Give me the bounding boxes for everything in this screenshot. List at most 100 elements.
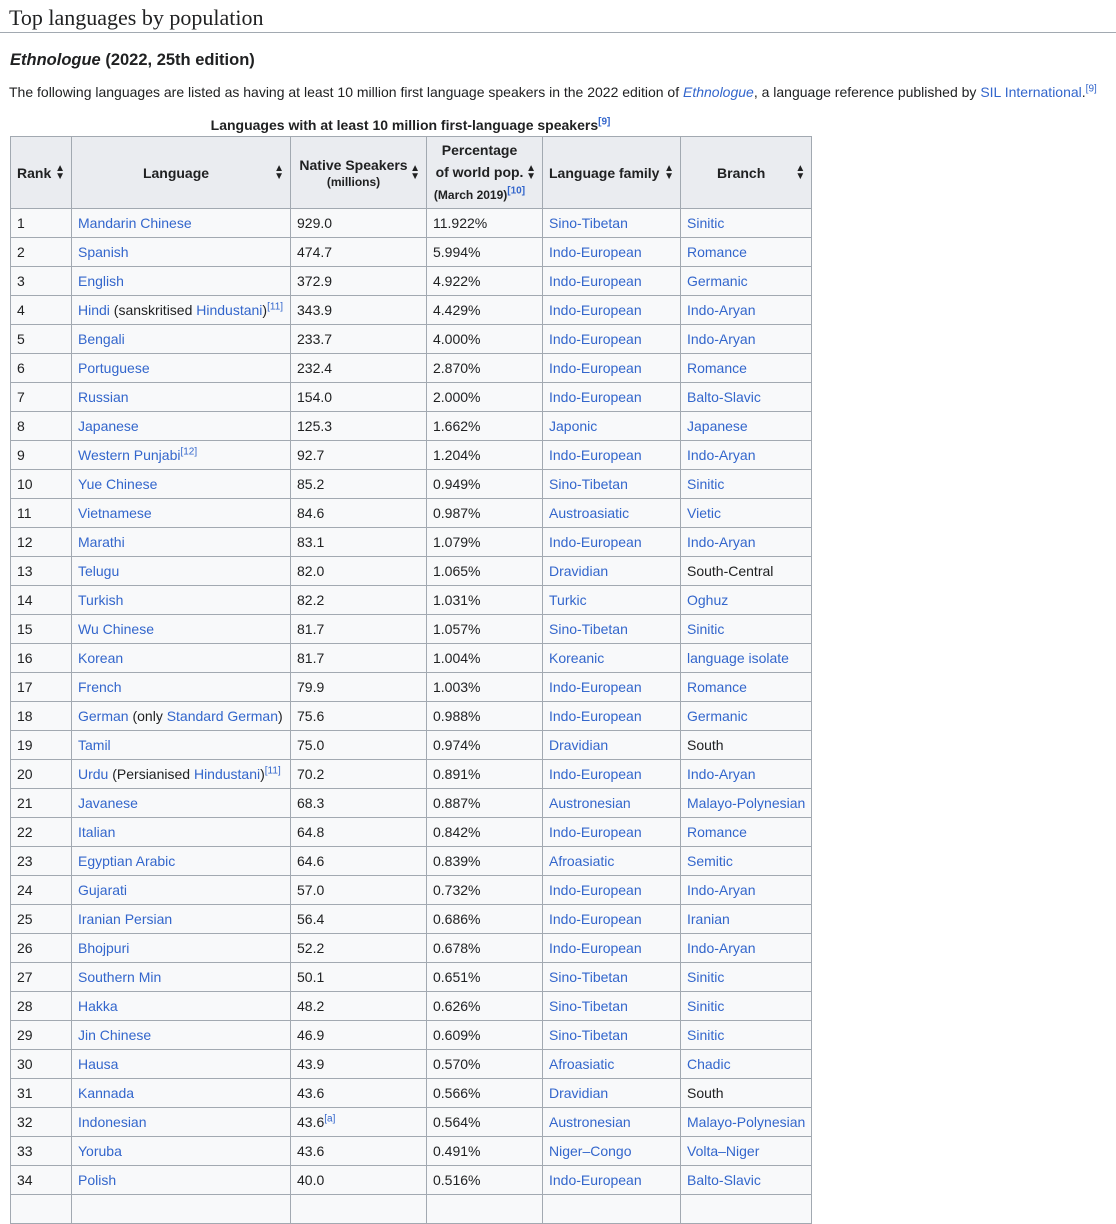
branch-link[interactable]: Balto-Slavic — [687, 1172, 761, 1188]
note-link[interactable]: [a] — [324, 1113, 335, 1124]
branch-link[interactable]: Sinitic — [687, 998, 724, 1014]
branch-link[interactable]: Indo-Aryan — [687, 882, 755, 898]
language-link[interactable]: Telugu — [78, 563, 119, 579]
language-link[interactable]: Jin Chinese — [78, 1027, 151, 1043]
language-link[interactable]: Javanese — [78, 795, 138, 811]
branch-link[interactable]: Germanic — [687, 273, 748, 289]
family-link[interactable]: Indo-European — [549, 1172, 642, 1188]
branch-link[interactable]: Oghuz — [687, 592, 728, 608]
branch-link[interactable]: Japanese — [687, 418, 748, 434]
language-link[interactable]: Portuguese — [78, 360, 150, 376]
family-link[interactable]: Afroasiatic — [549, 853, 614, 869]
family-link[interactable]: Japonic — [549, 418, 597, 434]
family-link[interactable]: Austronesian — [549, 1114, 631, 1130]
family-link[interactable]: Indo-European — [549, 244, 642, 260]
sort-icon[interactable]: ▲ ▼ — [55, 164, 65, 182]
branch-link[interactable]: Sinitic — [687, 621, 724, 637]
family-link[interactable]: Indo-European — [549, 679, 642, 695]
header-native-speakers[interactable]: Native Speakers (millions) ▲ ▼ — [290, 136, 427, 209]
family-link[interactable]: Austronesian — [549, 795, 631, 811]
language-link[interactable]: Standard German — [167, 708, 278, 724]
language-link[interactable]: Yoruba — [78, 1143, 122, 1159]
language-link[interactable]: Vietnamese — [78, 505, 152, 521]
language-link[interactable]: Polish — [78, 1172, 116, 1188]
language-link[interactable]: Korean — [78, 650, 123, 666]
header-language-family[interactable]: Language family ▲ ▼ — [542, 136, 681, 209]
family-link[interactable]: Indo-European — [549, 911, 642, 927]
family-link[interactable]: Sino-Tibetan — [549, 998, 628, 1014]
language-link[interactable]: Hindi — [78, 302, 110, 318]
branch-link[interactable]: Indo-Aryan — [687, 766, 755, 782]
citation-link[interactable]: [11] — [265, 765, 281, 776]
branch-link[interactable]: Sinitic — [687, 1027, 724, 1043]
citation-link[interactable]: [9] — [598, 116, 610, 127]
branch-link[interactable]: Vietic — [687, 505, 721, 521]
family-link[interactable]: Indo-European — [549, 824, 642, 840]
family-link[interactable]: Indo-European — [549, 708, 642, 724]
family-link[interactable]: Indo-European — [549, 766, 642, 782]
branch-link[interactable]: Romance — [687, 679, 747, 695]
branch-link[interactable]: Sinitic — [687, 476, 724, 492]
branch-link[interactable]: Iranian — [687, 911, 730, 927]
family-link[interactable]: Indo-European — [549, 534, 642, 550]
language-link[interactable]: Bhojpuri — [78, 940, 129, 956]
branch-link[interactable]: Indo-Aryan — [687, 940, 755, 956]
branch-link[interactable]: Sinitic — [687, 215, 724, 231]
family-link[interactable]: Sino-Tibetan — [549, 476, 628, 492]
family-link[interactable]: Sino-Tibetan — [549, 1027, 628, 1043]
sort-icon[interactable]: ▲ ▼ — [274, 164, 284, 182]
language-link[interactable]: Urdu — [78, 766, 108, 782]
citation-link[interactable]: [9] — [1086, 83, 1097, 94]
citation-link[interactable]: [12] — [180, 446, 197, 457]
language-link[interactable]: Russian — [78, 389, 129, 405]
language-link[interactable]: Mandarin Chinese — [78, 215, 192, 231]
language-link[interactable]: Wu Chinese — [78, 621, 154, 637]
family-link[interactable]: Indo-European — [549, 331, 642, 347]
header-percentage[interactable]: Percentage of world pop. (March 2019)[10] ▲… — [426, 136, 543, 209]
family-link[interactable]: Turkic — [549, 592, 587, 608]
language-link[interactable]: Hindustani — [194, 766, 260, 782]
language-link[interactable]: Spanish — [78, 244, 129, 260]
language-link[interactable]: Western Punjabi — [78, 447, 180, 463]
language-link[interactable]: Iranian Persian — [78, 911, 172, 927]
branch-link[interactable]: Romance — [687, 360, 747, 376]
ethnologue-link[interactable]: Ethnologue — [683, 84, 754, 100]
language-link[interactable]: Southern Min — [78, 969, 161, 985]
family-link[interactable]: Sino-Tibetan — [549, 215, 628, 231]
header-branch[interactable]: Branch ▲ ▼ — [679, 136, 813, 209]
branch-link[interactable]: language isolate — [687, 650, 789, 666]
language-link[interactable]: Gujarati — [78, 882, 127, 898]
family-link[interactable]: Austroasiatic — [549, 505, 629, 521]
language-link[interactable]: Egyptian Arabic — [78, 853, 175, 869]
language-link[interactable]: Hausa — [78, 1056, 118, 1072]
family-link[interactable]: Indo-European — [549, 447, 642, 463]
language-link[interactable]: Hindustani — [196, 302, 262, 318]
branch-link[interactable]: Germanic — [687, 708, 748, 724]
sort-icon[interactable]: ▲ ▼ — [664, 164, 674, 182]
branch-link[interactable]: Malayo-Polynesian — [687, 795, 805, 811]
branch-link[interactable]: Indo-Aryan — [687, 302, 755, 318]
branch-link[interactable]: Indo-Aryan — [687, 331, 755, 347]
family-link[interactable]: Sino-Tibetan — [549, 969, 628, 985]
branch-link[interactable]: Indo-Aryan — [687, 534, 755, 550]
family-link[interactable]: Dravidian — [549, 1085, 608, 1101]
family-link[interactable]: Sino-Tibetan — [549, 621, 628, 637]
language-link[interactable]: Indonesian — [78, 1114, 147, 1130]
branch-link[interactable]: Malayo-Polynesian — [687, 1114, 805, 1130]
branch-link[interactable]: Sinitic — [687, 969, 724, 985]
family-link[interactable]: Indo-European — [549, 389, 642, 405]
family-link[interactable]: Indo-European — [549, 940, 642, 956]
branch-link[interactable]: Balto-Slavic — [687, 389, 761, 405]
sort-icon[interactable]: ▲ ▼ — [410, 164, 420, 182]
branch-link[interactable]: Indo-Aryan — [687, 447, 755, 463]
language-link[interactable]: Tamil — [78, 737, 111, 753]
language-link[interactable]: English — [78, 273, 124, 289]
header-rank[interactable]: Rank ▲ ▼ — [10, 136, 72, 209]
language-link[interactable]: Yue Chinese — [78, 476, 157, 492]
language-link[interactable]: French — [78, 679, 122, 695]
language-link[interactable]: Hakka — [78, 998, 118, 1014]
language-link[interactable]: Bengali — [78, 331, 125, 347]
language-link[interactable]: Japanese — [78, 418, 139, 434]
sort-icon[interactable]: ▲ ▼ — [526, 164, 536, 182]
family-link[interactable]: Koreanic — [549, 650, 604, 666]
